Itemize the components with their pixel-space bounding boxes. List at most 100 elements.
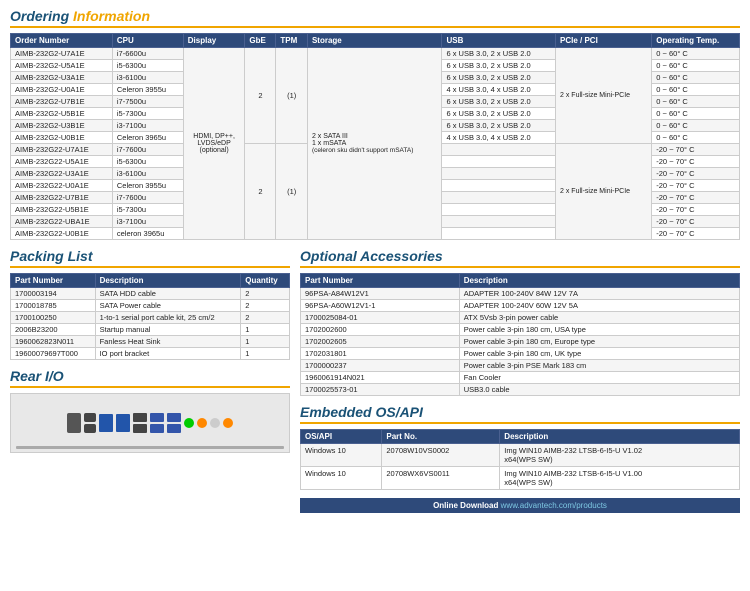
table-cell: 6 x USB 3.0, 2 x USB 2.0: [442, 72, 556, 84]
opt-col-desc: Description: [459, 274, 739, 288]
table-cell: AIMB-232G22-U3A1E: [11, 168, 113, 180]
table-cell: Power cable 3-pin 180 cm, USA type: [459, 324, 739, 336]
pack-col-part: Part Number: [11, 274, 96, 288]
rear-io-title: Rear I/O: [10, 368, 290, 388]
page: Ordering Information Order Number CPU Di…: [0, 0, 750, 521]
table-cell: AIMB-232G2-U3A1E: [11, 72, 113, 84]
table-cell: i7-7600u: [112, 192, 183, 204]
table-cell: Windows 10: [301, 467, 382, 490]
table-cell: 96PSA-A60W12V1-1: [301, 300, 460, 312]
table-cell: 1: [241, 348, 290, 360]
table-cell: 1700100250: [11, 312, 96, 324]
table-cell: 1960061914N021: [301, 372, 460, 384]
ordering-title: Ordering Information: [10, 8, 740, 28]
packing-section: Packing List Part Number Description Qua…: [10, 248, 290, 360]
table-cell: 0 ~ 60° C: [652, 48, 740, 60]
col-usb: USB: [442, 34, 556, 48]
opt-col-part: Part Number: [301, 274, 460, 288]
tpm-cell-2: (1): [276, 144, 308, 240]
table-cell: Power cable 3-pin 180 cm, Europe type: [459, 336, 739, 348]
ordering-table: Order Number CPU Display GbE TPM Storage…: [10, 33, 740, 240]
online-download: Online Download www.advantech.com/produc…: [300, 498, 740, 513]
col-tpm: TPM: [276, 34, 308, 48]
table-cell: IO port bracket: [95, 348, 241, 360]
table-cell: SATA HDD cable: [95, 288, 241, 300]
table-cell: 0 ~ 60° C: [652, 84, 740, 96]
table-cell: i7-7600u: [112, 144, 183, 156]
table-cell: 2: [241, 312, 290, 324]
table-cell: [442, 216, 556, 228]
table-cell: 1702002605: [301, 336, 460, 348]
table-cell: AIMB-232G22-U5A1E: [11, 156, 113, 168]
table-cell: i5-6300u: [112, 60, 183, 72]
table-cell: ATX 5Vsb 3-pin power cable: [459, 312, 739, 324]
download-url[interactable]: www.advantech.com/products: [501, 501, 607, 510]
left-column: Packing List Part Number Description Qua…: [10, 248, 290, 513]
os-col-desc: Description: [500, 430, 740, 444]
os-table: OS/API Part No. Description Windows 1020…: [300, 429, 740, 490]
table-cell: -20 ~ 70° C: [652, 156, 740, 168]
table-cell: i7-6600u: [112, 48, 183, 60]
table-cell: [442, 228, 556, 240]
table-cell: Celeron 3965u: [112, 132, 183, 144]
bottom-section: Packing List Part Number Description Qua…: [10, 248, 740, 513]
table-cell: 1700018785: [11, 300, 96, 312]
table-cell: i3-7100u: [112, 216, 183, 228]
display-cell: HDMI, DP++,LVDS/eDP(optional): [183, 48, 245, 240]
table-cell: 0 ~ 60° C: [652, 60, 740, 72]
download-label: Online Download: [433, 501, 498, 510]
table-cell: 1702031801: [301, 348, 460, 360]
packing-table: Part Number Description Quantity 1700003…: [10, 273, 290, 360]
table-cell: 1700025573-01: [301, 384, 460, 396]
table-cell: i3-6100u: [112, 168, 183, 180]
table-cell: -20 ~ 70° C: [652, 180, 740, 192]
table-cell: 1: [241, 336, 290, 348]
table-cell: AIMB-232G22-U7A1E: [11, 144, 113, 156]
table-cell: 6 x USB 3.0, 2 x USB 2.0: [442, 60, 556, 72]
table-cell: -20 ~ 70° C: [652, 204, 740, 216]
table-cell: 2006B23200: [11, 324, 96, 336]
table-cell: Fanless Heat Sink: [95, 336, 241, 348]
right-column: Optional Accessories Part Number Descrip…: [300, 248, 740, 513]
pcie-cell-2: 2 x Full-size Mini-PCIe: [556, 144, 652, 240]
packing-title: Packing List: [10, 248, 290, 268]
table-cell: AIMB-232G2-U7B1E: [11, 96, 113, 108]
table-cell: AIMB-232G2-U0A1E: [11, 84, 113, 96]
table-cell: 0 ~ 60° C: [652, 72, 740, 84]
table-cell: i5-7300u: [112, 204, 183, 216]
os-section: Embedded OS/API OS/API Part No. Descript…: [300, 404, 740, 490]
table-cell: 0 ~ 60° C: [652, 120, 740, 132]
col-display: Display: [183, 34, 245, 48]
table-cell: 1: [241, 324, 290, 336]
table-cell: 1700003194: [11, 288, 96, 300]
table-cell: 0 ~ 60° C: [652, 108, 740, 120]
table-cell: Img WIN10 AIMB-232 LTSB-6-I5-U V1.00x64(…: [500, 467, 740, 490]
table-cell: celeron 3965u: [112, 228, 183, 240]
table-cell: AIMB-232G2-U3B1E: [11, 120, 113, 132]
col-order-number: Order Number: [11, 34, 113, 48]
table-cell: 6 x USB 3.0, 2 x USB 2.0: [442, 96, 556, 108]
table-cell: 4 x USB 3.0, 4 x USB 2.0: [442, 132, 556, 144]
optional-title: Optional Accessories: [300, 248, 740, 268]
table-cell: [442, 144, 556, 156]
table-cell: 20708WX6VS0011: [382, 467, 500, 490]
table-cell: Img WIN10 AIMB-232 LTSB-6-I5-U V1.02x64(…: [500, 444, 740, 467]
table-cell: 6 x USB 3.0, 2 x USB 2.0: [442, 48, 556, 60]
tpm-cell: (1): [276, 48, 308, 144]
table-cell: 2: [241, 288, 290, 300]
os-col-api: OS/API: [301, 430, 382, 444]
table-cell: 1-to-1 serial port cable kit, 25 cm/2: [95, 312, 241, 324]
pcie-cell: 2 x Full-size Mini-PCIe: [556, 48, 652, 144]
table-cell: 6 x USB 3.0, 2 x USB 2.0: [442, 120, 556, 132]
pack-col-desc: Description: [95, 274, 241, 288]
table-cell: i5-6300u: [112, 156, 183, 168]
table-cell: 0 ~ 60° C: [652, 96, 740, 108]
table-cell: Fan Cooler: [459, 372, 739, 384]
table-cell: Celeron 3955u: [112, 180, 183, 192]
optional-section: Optional Accessories Part Number Descrip…: [300, 248, 740, 396]
table-cell: AIMB-232G22-U5B1E: [11, 204, 113, 216]
optional-table: Part Number Description 96PSA-A84W12V1AD…: [300, 273, 740, 396]
ordering-section: Ordering Information Order Number CPU Di…: [10, 8, 740, 240]
col-pcie: PCIe / PCI: [556, 34, 652, 48]
table-cell: AIMB-232G2-U7A1E: [11, 48, 113, 60]
